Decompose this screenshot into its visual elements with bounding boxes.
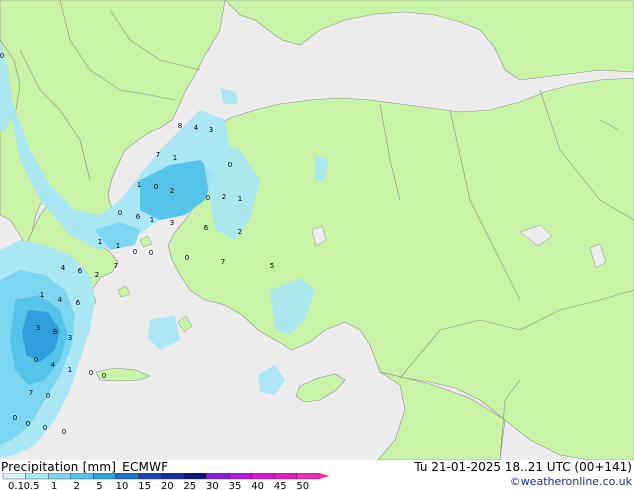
scale-swatch <box>228 473 252 480</box>
precip-value-label: 4 <box>61 264 66 272</box>
scale-swatch <box>115 473 139 480</box>
precip-value-label: 5 <box>270 262 274 270</box>
scale-level-label: 10 <box>116 481 129 490</box>
scale-level-label: 0.5 <box>24 481 40 490</box>
precipitation-map: 0 8 4 3 0 1 7 1 0 2 0 0 2 1 6 1 3 6 2 1 1 0 0 0 7 4 6 2 7 5 1 4 6 3 8 3 0 4 1 0… <box>0 0 634 460</box>
precip-value-label: 6 <box>76 299 81 307</box>
scale-level-label: 15 <box>138 481 151 490</box>
precip-value-label: 1 <box>173 154 177 162</box>
precip-value-label: 7 <box>221 258 225 266</box>
run-time-label: Tu 21-01-2025 18..21 UTC (00+141) <box>414 460 632 474</box>
scale-level-label: 1 <box>51 481 57 490</box>
precip-value-label: 6 <box>204 224 209 232</box>
scale-level-label: 25 <box>183 481 196 490</box>
precip-value-label: 0 <box>62 428 66 436</box>
precip-value-label: 0 <box>0 52 4 60</box>
precip-value-label: 0 <box>206 194 210 202</box>
scale-level-label: 0.1 <box>8 481 24 490</box>
precip-value-label: 4 <box>51 361 56 369</box>
precip-value-label: 4 <box>58 296 63 304</box>
precip-value-label: 2 <box>95 271 99 279</box>
precip-value-label: 0 <box>43 424 47 432</box>
precip-value-label: 2 <box>238 228 242 236</box>
precip-value-label: 0 <box>26 420 30 428</box>
legend-title: Precipitation [mm] ECMWF <box>1 460 174 474</box>
scale-level-label: 5 <box>96 481 102 490</box>
precip-value-label: 0 <box>102 372 106 380</box>
scale-level-label: 20 <box>161 481 174 490</box>
precip-value-label: 0 <box>133 248 137 256</box>
precip-value-label: 3 <box>209 126 213 134</box>
precip-value-label: 3 <box>36 324 40 332</box>
precip-value-label: 1 <box>116 242 120 250</box>
precip-value-label: 0 <box>89 369 93 377</box>
scale-level-label: 40 <box>251 481 264 490</box>
precip-value-label: 0 <box>154 183 158 191</box>
scale-swatch <box>48 473 72 480</box>
scale-swatch <box>296 473 320 480</box>
precip-value-label: 4 <box>194 124 199 132</box>
scale-swatch <box>274 473 298 480</box>
precip-value-label: 2 <box>222 193 226 201</box>
precip-value-label: 1 <box>40 291 44 299</box>
precip-value-label: 0 <box>228 161 232 169</box>
precip-value-label: 7 <box>29 389 33 397</box>
product-label: Precipitation [mm] <box>1 460 117 474</box>
precip-value-label: 1 <box>238 195 242 203</box>
precip-value-label: 1 <box>68 366 72 374</box>
credit-link[interactable]: ©weatheronline.co.uk <box>510 475 632 488</box>
precip-value-label: 0 <box>185 254 189 262</box>
color-scale: 0.1 0.5 1 2 5 10 15 20 25 30 35 40 45 50 <box>2 473 330 490</box>
scale-swatch <box>2 473 26 480</box>
precip-value-label: 3 <box>170 219 174 227</box>
precip-value-label: 1 <box>137 181 141 189</box>
scale-swatch <box>160 473 184 480</box>
scale-swatch <box>70 473 94 480</box>
scale-swatch <box>251 473 275 480</box>
precip-value-label: 0 <box>46 392 50 400</box>
legend-bar: Precipitation [mm] ECMWF Tu 21-01-2025 18… <box>0 460 634 490</box>
scale-swatch <box>206 473 230 480</box>
weather-map-frame: 0843017102002161362110007462751463830410… <box>0 0 634 490</box>
precip-value-label: 0 <box>118 209 122 217</box>
precip-value-label: 7 <box>156 151 160 159</box>
scale-level-label: 35 <box>229 481 242 490</box>
scale-level-label: 30 <box>206 481 219 490</box>
scale-swatch <box>93 473 117 480</box>
precip-value-label: 2 <box>170 187 174 195</box>
precip-value-label: 7 <box>114 262 118 270</box>
scale-level-label: 2 <box>74 481 80 490</box>
scale-swatch <box>183 473 207 480</box>
precip-value-label: 3 <box>68 334 72 342</box>
precip-value-label: 0 <box>149 249 153 257</box>
precip-value-label: 1 <box>150 216 154 224</box>
precip-value-label: 6 <box>136 213 141 221</box>
scale-swatch <box>138 473 162 480</box>
scale-level-label: 45 <box>274 481 287 490</box>
scale-swatch <box>25 473 49 480</box>
precip-value-label: 0 <box>34 356 38 364</box>
precip-value-label: 8 <box>178 122 182 130</box>
precip-value-label: 6 <box>78 267 83 275</box>
model-label: ECMWF <box>122 460 169 474</box>
precip-value-label: 8 <box>53 328 57 336</box>
scale-level-label: 50 <box>296 481 309 490</box>
precip-value-label: 0 <box>13 414 17 422</box>
scale-arrow <box>319 473 330 479</box>
precip-value-label: 1 <box>98 238 102 246</box>
